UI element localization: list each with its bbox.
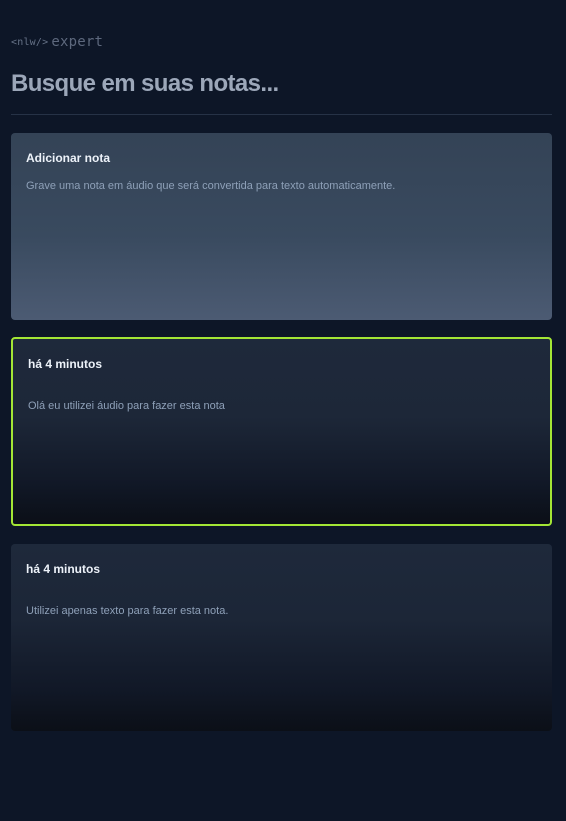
note-time-label: há 4 minutos	[28, 357, 103, 371]
logo-wordmark-text: expert	[51, 34, 104, 50]
note-content: Olá eu utilizei áudio para fazer esta no…	[28, 400, 225, 412]
search-notes-input[interactable]	[11, 66, 552, 102]
add-note-description: Grave uma nota em áudio que será convert…	[26, 180, 396, 192]
logo-tag-text: <nlw/>	[11, 36, 49, 48]
note-card-text[interactable]: há 4 minutos Utilizei apenas texto para …	[11, 544, 552, 731]
note-content: Utilizei apenas texto para fazer esta no…	[26, 605, 229, 617]
add-note-card[interactable]: Adicionar nota Grave uma nota em áudio q…	[11, 133, 552, 320]
note-card-audio[interactable]: há 4 minutos Olá eu utilizei áudio para …	[11, 337, 552, 526]
app-page: <nlw/> expert Adicionar nota Grave uma n…	[0, 0, 566, 821]
add-note-title: Adicionar nota	[26, 151, 111, 165]
note-time-label: há 4 minutos	[26, 562, 101, 576]
nlw-expert-logo: <nlw/> expert	[11, 34, 103, 50]
search-divider	[11, 114, 552, 115]
